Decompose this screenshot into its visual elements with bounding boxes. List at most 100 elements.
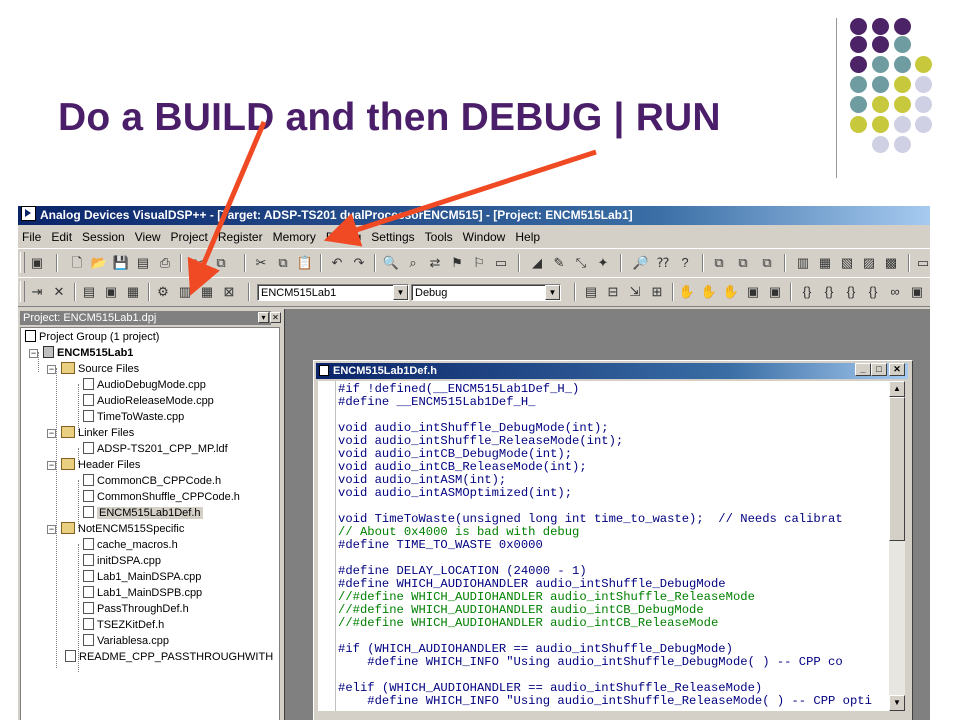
cut-icon[interactable]: ✂ xyxy=(252,254,270,272)
window-arrange-icon[interactable]: ⧉ xyxy=(758,254,776,272)
maximize-button[interactable]: □ xyxy=(871,363,887,376)
help-icon[interactable]: ? xyxy=(676,254,694,272)
panel-close-button[interactable]: ✕ xyxy=(270,312,281,323)
menu-tools[interactable]: Tools xyxy=(420,227,458,247)
tree-item[interactable]: initDSPA.cpp xyxy=(83,553,161,569)
tree-item[interactable]: cache_macros.h xyxy=(83,537,178,553)
memory-window-icon[interactable]: ▥ xyxy=(794,254,812,272)
wand-icon[interactable]: ✦ xyxy=(594,254,612,272)
redo-icon[interactable]: ↷ xyxy=(350,254,368,272)
erase-icon[interactable]: ✎ xyxy=(550,254,568,272)
toolbar-overflow-icon[interactable]: ▭ xyxy=(914,254,930,272)
tree-expander[interactable]: − xyxy=(47,525,56,534)
paste-icon[interactable]: 📋 xyxy=(296,254,314,272)
tree-folder[interactable]: NotENCM515Specific xyxy=(61,521,184,537)
output-window-icon[interactable]: ▩ xyxy=(882,254,900,272)
tree-item[interactable]: ADSP-TS201_CPP_MP.ldf xyxy=(83,441,228,457)
save-icon[interactable]: 💾 xyxy=(112,254,130,272)
breakpoint-icon[interactable]: ⊞ xyxy=(648,283,666,301)
tree-item[interactable]: Variablesa.cpp xyxy=(83,633,169,649)
menu-settings[interactable]: Settings xyxy=(366,227,419,247)
step-into-icon[interactable]: {} xyxy=(798,283,816,301)
tree-folder[interactable]: Linker Files xyxy=(61,425,134,441)
vertical-scrollbar[interactable]: ▲ ▼ xyxy=(889,381,905,711)
code-area[interactable]: #if !defined(__ENCM515Lab1Def_H_) #define… xyxy=(336,381,889,711)
window-cascade-icon[interactable]: ⧉ xyxy=(710,254,728,272)
tree-item[interactable]: AudioDebugMode.cpp xyxy=(83,377,206,393)
menu-project[interactable]: Project xyxy=(166,227,213,247)
tree-item[interactable]: CommonShuffle_CPPCode.h xyxy=(83,489,240,505)
bookmark-next-icon[interactable]: ⚐ xyxy=(470,254,488,272)
rebuild-all-icon[interactable]: ▦ xyxy=(198,283,216,301)
scrollbar-thumb[interactable] xyxy=(889,397,905,541)
menu-memory[interactable]: Memory xyxy=(268,227,321,247)
menu-debug[interactable]: Debug xyxy=(321,227,366,247)
add-file-icon[interactable]: ⇥ xyxy=(28,283,46,301)
tree-item[interactable]: ENCM515Lab1 xyxy=(43,345,133,361)
new-file-icon[interactable]: 🗋 xyxy=(68,254,86,272)
disassembly-window-icon[interactable]: ▨ xyxy=(860,254,878,272)
undo-icon[interactable]: ↶ xyxy=(328,254,346,272)
delete-icon[interactable]: ✕ xyxy=(50,283,68,301)
menu-edit[interactable]: Edit xyxy=(46,227,77,247)
copy-icon[interactable]: ⧉ xyxy=(274,254,292,272)
tree-item[interactable]: Lab1_MainDSPB.cpp xyxy=(83,585,202,601)
editor-titlebar[interactable]: ENCM515Lab1Def.h xyxy=(316,363,908,379)
tree-expander[interactable]: − xyxy=(47,365,56,374)
toolbar-grip[interactable] xyxy=(20,281,25,302)
expression-icon[interactable]: ▣ xyxy=(908,283,926,301)
replace-icon[interactable]: ⇄ xyxy=(426,254,444,272)
watch-icon[interactable]: ∞ xyxy=(886,283,904,301)
tree-item[interactable]: Project Group (1 project) xyxy=(25,329,159,345)
tree-item[interactable]: PassThroughDef.h xyxy=(83,601,189,617)
fill-icon[interactable]: ◢ xyxy=(528,254,546,272)
window-tile-icon[interactable]: ⧉ xyxy=(734,254,752,272)
menu-help[interactable]: Help xyxy=(510,227,545,247)
scroll-down-button[interactable]: ▼ xyxy=(889,695,905,711)
tree-item[interactable]: README_CPP_PASSTHROUGHWITH xyxy=(65,649,273,665)
menu-session[interactable]: Session xyxy=(77,227,130,247)
project-panel-header[interactable]: Project: ENCM515Lab1.dpj xyxy=(20,311,271,325)
find-icon[interactable]: 🔍 xyxy=(382,254,400,272)
project-options-icon[interactable]: ▤ xyxy=(80,283,98,301)
compile-icon[interactable]: ⚙ xyxy=(154,283,172,301)
memory-icon[interactable]: ▣ xyxy=(766,283,784,301)
tree-expander[interactable]: − xyxy=(47,461,56,470)
run-icon[interactable]: ▤ xyxy=(582,283,600,301)
configuration-select[interactable]: Debug ▼ xyxy=(411,284,561,301)
find-next-icon[interactable]: ⌕ xyxy=(404,254,422,272)
tree-item[interactable]: CommonCB_CPPCode.h xyxy=(83,473,221,489)
hand-icon[interactable]: ✋ xyxy=(678,283,696,301)
tree-folder[interactable]: Header Files xyxy=(61,457,140,473)
watch-window-icon[interactable]: ▧ xyxy=(838,254,856,272)
menu-register[interactable]: Register xyxy=(213,227,268,247)
hand-icon[interactable]: ✋ xyxy=(722,283,740,301)
chevron-down-icon[interactable]: ▼ xyxy=(393,285,408,300)
tree-item[interactable]: AudioReleaseMode.cpp xyxy=(83,393,214,409)
tree-item[interactable]: TimeToWaste.cpp xyxy=(83,409,184,425)
select-icon[interactable]: ⤡ xyxy=(572,254,590,272)
project-select[interactable]: ENCM515Lab1 ▼ xyxy=(257,284,409,301)
tree-item[interactable]: ENCM515Lab1Def.h xyxy=(83,505,203,521)
chevron-down-icon[interactable]: ▼ xyxy=(545,285,560,300)
save-all-icon[interactable]: ▤ xyxy=(134,254,152,272)
project-dependencies-icon[interactable]: ▣ xyxy=(102,283,120,301)
tree-folder[interactable]: Source Files xyxy=(61,361,139,377)
tree-expander[interactable]: − xyxy=(47,429,56,438)
hand-icon[interactable]: ✋ xyxy=(700,283,718,301)
window-titlebar[interactable]: Analog Devices VisualDSP++ - [Target: AD… xyxy=(18,206,930,225)
panel-menu-button[interactable]: ▾ xyxy=(258,312,269,323)
tree-item[interactable]: Lab1_MainDSPA.cpp xyxy=(83,569,201,585)
step-over-icon[interactable]: {} xyxy=(820,283,838,301)
copy-icon[interactable]: ⧉ xyxy=(212,254,230,272)
memory-icon[interactable]: ▣ xyxy=(744,283,762,301)
step-out-icon[interactable]: {} xyxy=(842,283,860,301)
menu-window[interactable]: Window xyxy=(458,227,511,247)
run-to-cursor-icon[interactable]: {} xyxy=(864,283,882,301)
halt-build-icon[interactable]: ⊠ xyxy=(220,283,238,301)
print-icon[interactable]: ⎙ xyxy=(156,254,174,272)
open-icon[interactable]: 📂 xyxy=(90,254,108,272)
context-help-icon[interactable]: ⁇ xyxy=(654,254,672,272)
reset-icon[interactable]: ⇲ xyxy=(626,283,644,301)
menu-view[interactable]: View xyxy=(130,227,166,247)
